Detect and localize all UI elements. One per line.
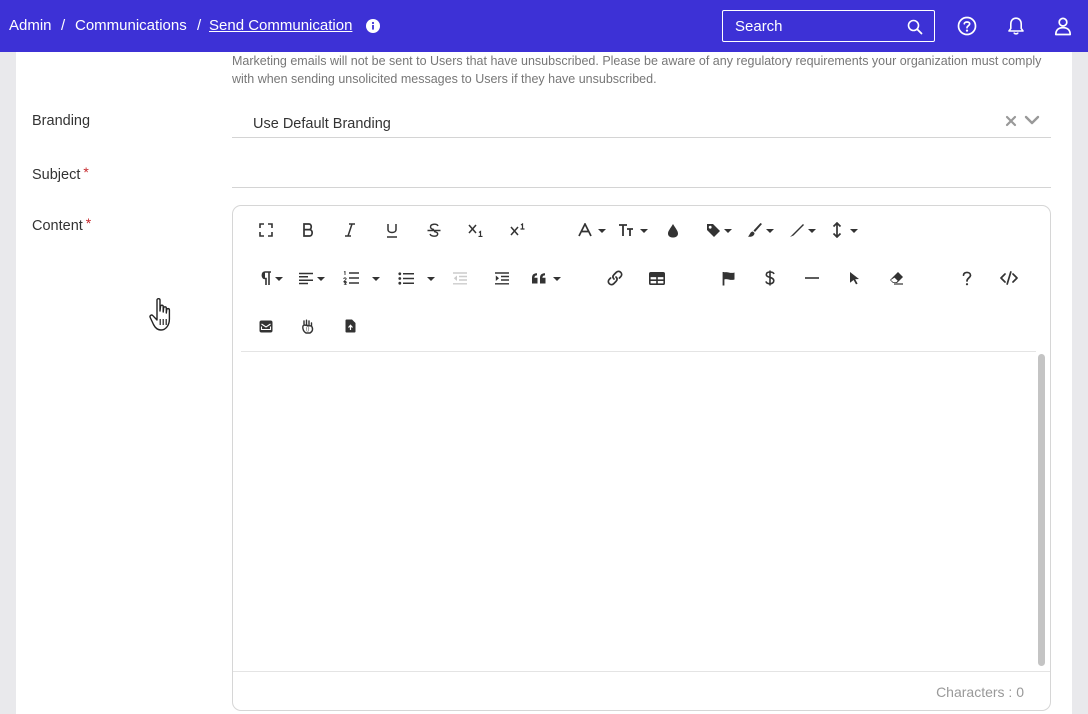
highlight-icon[interactable]	[743, 218, 767, 242]
select-pointer-icon[interactable]	[842, 266, 866, 290]
top-navigation-bar: Admin / Communications / Send Communicat…	[0, 0, 1088, 52]
caret-down-icon[interactable]	[553, 276, 561, 282]
search-icon[interactable]	[907, 19, 923, 35]
strikethrough-icon[interactable]	[422, 218, 446, 242]
link-icon[interactable]	[603, 266, 627, 290]
subscript-icon[interactable]	[464, 218, 488, 242]
unsubscribe-notice: Marketing emails will not be sent to Use…	[232, 54, 1042, 86]
caret-down-icon[interactable]	[427, 276, 435, 282]
breadcrumb-separator: /	[61, 17, 66, 34]
caret-down-icon[interactable]	[598, 228, 606, 234]
line-height-icon[interactable]	[825, 218, 849, 242]
editor-content-area[interactable]	[241, 351, 1036, 671]
unordered-list-icon[interactable]	[394, 266, 418, 290]
caret-down-icon[interactable]	[850, 228, 858, 234]
merge-field-icon[interactable]: {}	[296, 314, 320, 338]
caret-down-icon[interactable]	[808, 228, 816, 234]
caret-down-icon[interactable]	[640, 228, 648, 234]
bell-icon[interactable]	[1005, 15, 1027, 37]
align-icon[interactable]	[294, 266, 318, 290]
horizontal-line-icon[interactable]	[800, 266, 824, 290]
breadcrumb-send-communication[interactable]: Send Communication	[209, 17, 352, 34]
outdent-icon	[448, 266, 472, 290]
caret-down-icon[interactable]	[766, 228, 774, 234]
font-size-icon[interactable]	[615, 218, 639, 242]
branding-select[interactable]: Use Default Branding	[232, 102, 1051, 138]
fullscreen-icon[interactable]	[254, 218, 278, 242]
branding-selected-value: Use Default Branding	[253, 116, 391, 132]
form-panel: Marketing emails will not be sent to Use…	[16, 52, 1072, 714]
help-icon[interactable]	[956, 15, 978, 37]
breadcrumb-separator: /	[197, 17, 202, 34]
editor-scrollbar[interactable]	[1036, 352, 1047, 670]
subject-input[interactable]	[232, 152, 1051, 188]
email-template-icon[interactable]	[254, 314, 278, 338]
file-upload-icon[interactable]	[338, 314, 362, 338]
bold-icon[interactable]	[296, 218, 320, 242]
code-view-icon[interactable]	[997, 266, 1021, 290]
merge-field-glyph: {}	[306, 326, 310, 332]
paint-format-icon[interactable]	[785, 218, 809, 242]
rich-text-editor: {} Characters : 0	[232, 205, 1051, 711]
search-box	[722, 10, 935, 42]
caret-down-icon[interactable]	[275, 276, 283, 282]
editor-footer: Characters : 0	[233, 671, 1050, 710]
scrollbar-thumb[interactable]	[1038, 354, 1045, 666]
table-icon[interactable]	[645, 266, 669, 290]
help-icon[interactable]	[955, 266, 979, 290]
clear-formatting-icon[interactable]	[884, 266, 908, 290]
content-label: Content *	[32, 215, 92, 234]
required-marker: *	[83, 164, 89, 180]
info-icon[interactable]	[366, 19, 380, 33]
branding-label: Branding	[32, 113, 91, 129]
caret-down-icon[interactable]	[372, 276, 380, 282]
clear-icon[interactable]	[1004, 114, 1018, 128]
italic-icon[interactable]	[338, 218, 362, 242]
tag-icon[interactable]	[701, 218, 725, 242]
search-input[interactable]	[723, 11, 903, 41]
quote-icon[interactable]	[527, 266, 551, 290]
caret-down-icon[interactable]	[317, 276, 325, 282]
superscript-icon[interactable]	[506, 218, 530, 242]
indent-icon[interactable]	[490, 266, 514, 290]
dollar-icon[interactable]	[758, 266, 782, 290]
breadcrumb-communications[interactable]: Communications	[75, 17, 187, 34]
subject-label: Subject *	[32, 164, 89, 183]
hand-cursor-icon	[149, 297, 171, 331]
character-count: Characters : 0	[936, 684, 1024, 700]
text-color-icon[interactable]	[661, 218, 685, 242]
font-family-icon[interactable]	[573, 218, 597, 242]
user-icon[interactable]	[1052, 15, 1074, 37]
underline-icon[interactable]	[380, 218, 404, 242]
caret-down-icon[interactable]	[724, 228, 732, 234]
breadcrumb-admin[interactable]: Admin	[9, 17, 52, 34]
required-marker: *	[85, 215, 92, 231]
flag-icon[interactable]	[716, 266, 740, 290]
chevron-down-icon[interactable]	[1024, 113, 1040, 127]
ordered-list-icon[interactable]	[339, 266, 363, 290]
